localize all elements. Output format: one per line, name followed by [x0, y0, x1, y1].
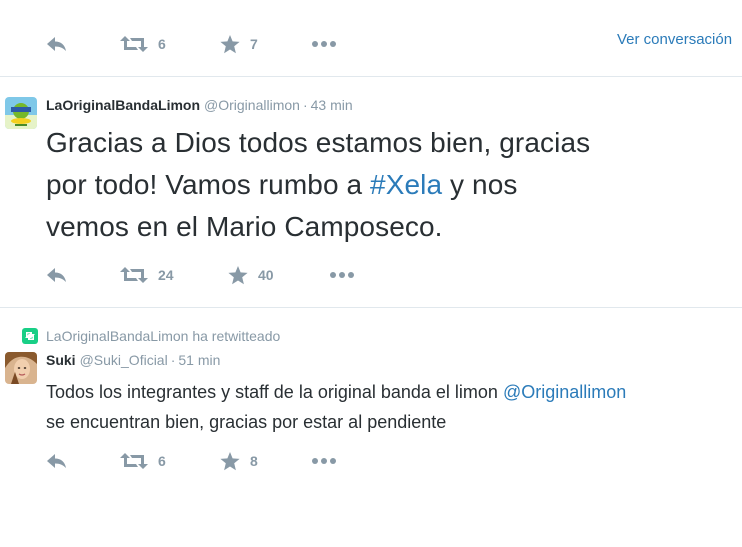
- more-dots-icon: [330, 272, 354, 278]
- more-dots-icon: [312, 41, 336, 47]
- favorite-button[interactable]: 40: [228, 264, 274, 286]
- star-icon: [220, 34, 240, 53]
- tweet-actions: 24 40: [46, 264, 646, 286]
- divider: [0, 307, 742, 308]
- tweet-text: Gracias a Dios todos estamos bien, graci…: [46, 122, 742, 248]
- mention-link[interactable]: @Originallimon: [503, 382, 626, 402]
- retweet-context: LaOriginalBandaLimon ha retwitteado: [22, 328, 280, 344]
- tweet-text-line: Gracias a Dios todos estamos bien, graci…: [46, 127, 591, 158]
- more-dots-icon: [312, 458, 336, 464]
- reply-button[interactable]: [46, 264, 68, 286]
- more-button[interactable]: [312, 450, 336, 472]
- timestamp[interactable]: 43 min: [311, 97, 353, 113]
- divider: [0, 76, 742, 77]
- tweet-text: Todos los integrantes y staff de la orig…: [46, 377, 742, 437]
- retweet-badge-icon: [22, 328, 38, 344]
- retweet-count: 6: [158, 453, 166, 469]
- fullname[interactable]: LaOriginalBandaLimon: [46, 97, 200, 113]
- reply-icon: [47, 268, 66, 282]
- username[interactable]: @Originallimon: [204, 97, 300, 113]
- top-tweet-actions: 6 7: [46, 33, 646, 55]
- retweet-button[interactable]: 24: [120, 264, 174, 286]
- star-icon: [228, 265, 248, 284]
- more-button[interactable]: [312, 33, 336, 55]
- retweet-count: 6: [158, 36, 166, 52]
- view-conversation-link[interactable]: Ver conversación: [617, 31, 732, 48]
- favorite-button[interactable]: 7: [220, 33, 258, 55]
- tweet-text-line: vemos en el Mario Camposeco.: [46, 211, 443, 242]
- tweet-text-line: se encuentran bien, gracias por estar al…: [46, 412, 447, 432]
- retweet-context-text[interactable]: LaOriginalBandaLimon ha retwitteado: [46, 328, 280, 344]
- username[interactable]: @Suki_Oficial: [80, 352, 168, 368]
- favorite-button[interactable]: 8: [220, 450, 258, 472]
- tweet-text-fragment: Todos los integrantes y staff de la orig…: [46, 382, 503, 402]
- retweet-button[interactable]: 6: [120, 450, 166, 472]
- reply-button[interactable]: [46, 450, 68, 472]
- more-button[interactable]: [330, 264, 354, 286]
- reply-icon: [47, 37, 66, 51]
- avatar[interactable]: [5, 352, 37, 384]
- reply-icon: [47, 454, 66, 468]
- retweet-icon: [120, 453, 148, 469]
- tweet-text-line: Todos los integrantes y staff de la orig…: [46, 377, 742, 407]
- timestamp[interactable]: 51 min: [178, 352, 220, 368]
- avatar[interactable]: [5, 97, 37, 129]
- tweet-actions: 6 8: [46, 450, 646, 472]
- favorite-count: 40: [258, 267, 274, 283]
- reply-button[interactable]: [46, 33, 68, 55]
- favorite-count: 7: [250, 36, 258, 52]
- tweet-header: LaOriginalBandaLimon @Originallimon · 43 mi…: [46, 97, 353, 113]
- tweet-text-fragment: y nos: [442, 169, 518, 200]
- fullname[interactable]: Suki: [46, 352, 76, 368]
- star-icon: [220, 451, 240, 470]
- retweet-count: 24: [158, 267, 174, 283]
- retweet-icon: [120, 36, 148, 52]
- retweet-button[interactable]: 6: [120, 33, 166, 55]
- tweet-header: Suki @Suki_Oficial · 51 min: [46, 352, 220, 368]
- retweet-icon: [120, 267, 148, 283]
- favorite-count: 8: [250, 453, 258, 469]
- hashtag-link[interactable]: #Xela: [370, 169, 442, 200]
- tweet-text-line: por todo! Vamos rumbo a #Xela y nos: [46, 164, 742, 206]
- tweet-text-fragment: por todo! Vamos rumbo a: [46, 169, 371, 200]
- separator: ·: [170, 352, 176, 368]
- separator: ·: [302, 97, 308, 113]
